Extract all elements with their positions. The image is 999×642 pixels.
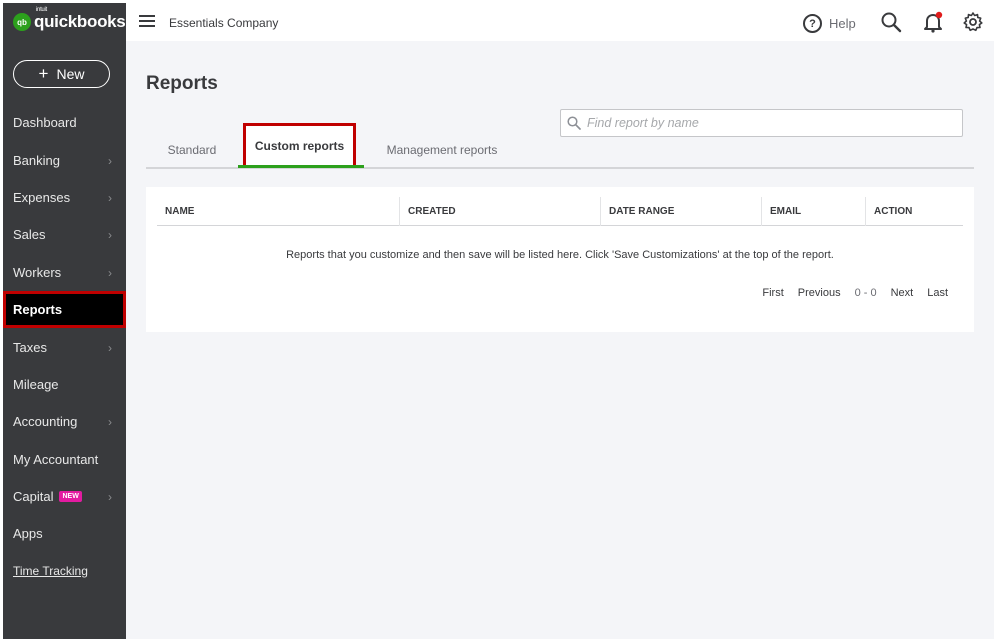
sidebar-item-workers[interactable]: Workers › bbox=[3, 254, 126, 291]
pager-previous[interactable]: Previous bbox=[798, 287, 841, 299]
bell-icon[interactable] bbox=[922, 11, 944, 38]
app-frame: qb intuit quickbooks + New Dashboard Ban… bbox=[3, 3, 994, 639]
quickbooks-logo[interactable]: qb intuit quickbooks bbox=[13, 7, 126, 32]
gear-icon[interactable] bbox=[962, 11, 984, 38]
sidebar-item-apps[interactable]: Apps bbox=[3, 515, 126, 552]
tab-standard[interactable]: Standard bbox=[146, 133, 238, 167]
column-email[interactable]: EMAIL bbox=[761, 197, 865, 226]
help-link[interactable]: Help bbox=[829, 16, 856, 31]
chevron-right-icon: › bbox=[108, 265, 112, 280]
brand-name: quickbooks bbox=[34, 12, 126, 31]
sidebar-item-accounting[interactable]: Accounting › bbox=[3, 403, 126, 440]
chevron-right-icon: › bbox=[108, 414, 112, 429]
pager-next[interactable]: Next bbox=[891, 287, 914, 299]
new-button-label: New bbox=[56, 66, 85, 82]
sidebar-item-dashboard[interactable]: Dashboard bbox=[3, 104, 126, 141]
logo-mark: qb bbox=[13, 13, 31, 31]
column-created[interactable]: CREATED bbox=[399, 197, 600, 226]
column-name[interactable]: NAME bbox=[157, 197, 399, 226]
help-icon[interactable]: ? bbox=[803, 14, 822, 33]
page-title: Reports bbox=[146, 73, 218, 94]
empty-state-message: Reports that you customize and then save… bbox=[286, 249, 834, 261]
hamburger-icon[interactable] bbox=[139, 15, 155, 27]
chevron-right-icon: › bbox=[108, 340, 112, 355]
intuit-label: intuit bbox=[36, 7, 47, 13]
pager-first[interactable]: First bbox=[762, 287, 783, 299]
chevron-right-icon: › bbox=[108, 227, 112, 242]
table-header: NAME CREATED DATE RANGE EMAIL ACTION bbox=[157, 197, 963, 226]
column-action: ACTION bbox=[865, 197, 963, 226]
company-name: Essentials Company bbox=[169, 16, 279, 30]
search-icon bbox=[567, 116, 581, 130]
sidebar-item-mileage[interactable]: Mileage bbox=[3, 366, 126, 403]
sidebar-item-banking[interactable]: Banking › bbox=[3, 142, 126, 179]
tab-management-reports[interactable]: Management reports bbox=[372, 133, 512, 167]
sidebar-item-my-accountant[interactable]: My Accountant bbox=[3, 441, 126, 478]
sidebar-item-time-tracking[interactable]: Time Tracking bbox=[3, 552, 126, 589]
sidebar: qb intuit quickbooks + New Dashboard Ban… bbox=[3, 3, 126, 639]
chevron-right-icon: › bbox=[108, 489, 112, 504]
chevron-right-icon: › bbox=[108, 153, 112, 168]
chevron-right-icon: › bbox=[108, 190, 112, 205]
tab-custom-reports[interactable]: Custom reports bbox=[243, 123, 356, 169]
search-icon[interactable] bbox=[880, 11, 902, 38]
plus-icon: + bbox=[38, 64, 49, 83]
sidebar-item-capital[interactable]: Capital NEW › bbox=[3, 478, 126, 515]
report-search-box[interactable] bbox=[560, 109, 963, 137]
active-tab-indicator bbox=[238, 165, 364, 168]
pager-last[interactable]: Last bbox=[927, 287, 948, 299]
main-content: Reports Standard Custom reports Manageme… bbox=[126, 41, 994, 639]
sidebar-item-taxes[interactable]: Taxes › bbox=[3, 329, 126, 366]
pagination: First Previous 0 - 0 Next Last bbox=[748, 287, 948, 299]
sidebar-item-reports[interactable]: Reports bbox=[3, 291, 126, 328]
new-badge: NEW bbox=[59, 491, 82, 502]
sidebar-item-expenses[interactable]: Expenses › bbox=[3, 179, 126, 216]
column-date-range[interactable]: DATE RANGE bbox=[600, 197, 761, 226]
custom-reports-table: NAME CREATED DATE RANGE EMAIL ACTION Rep… bbox=[146, 187, 974, 332]
new-button[interactable]: + New bbox=[13, 60, 110, 88]
top-bar: Essentials Company ? Help bbox=[126, 3, 994, 41]
report-search-input[interactable] bbox=[587, 116, 947, 130]
sidebar-item-sales[interactable]: Sales › bbox=[3, 216, 126, 253]
pager-range: 0 - 0 bbox=[854, 287, 877, 299]
